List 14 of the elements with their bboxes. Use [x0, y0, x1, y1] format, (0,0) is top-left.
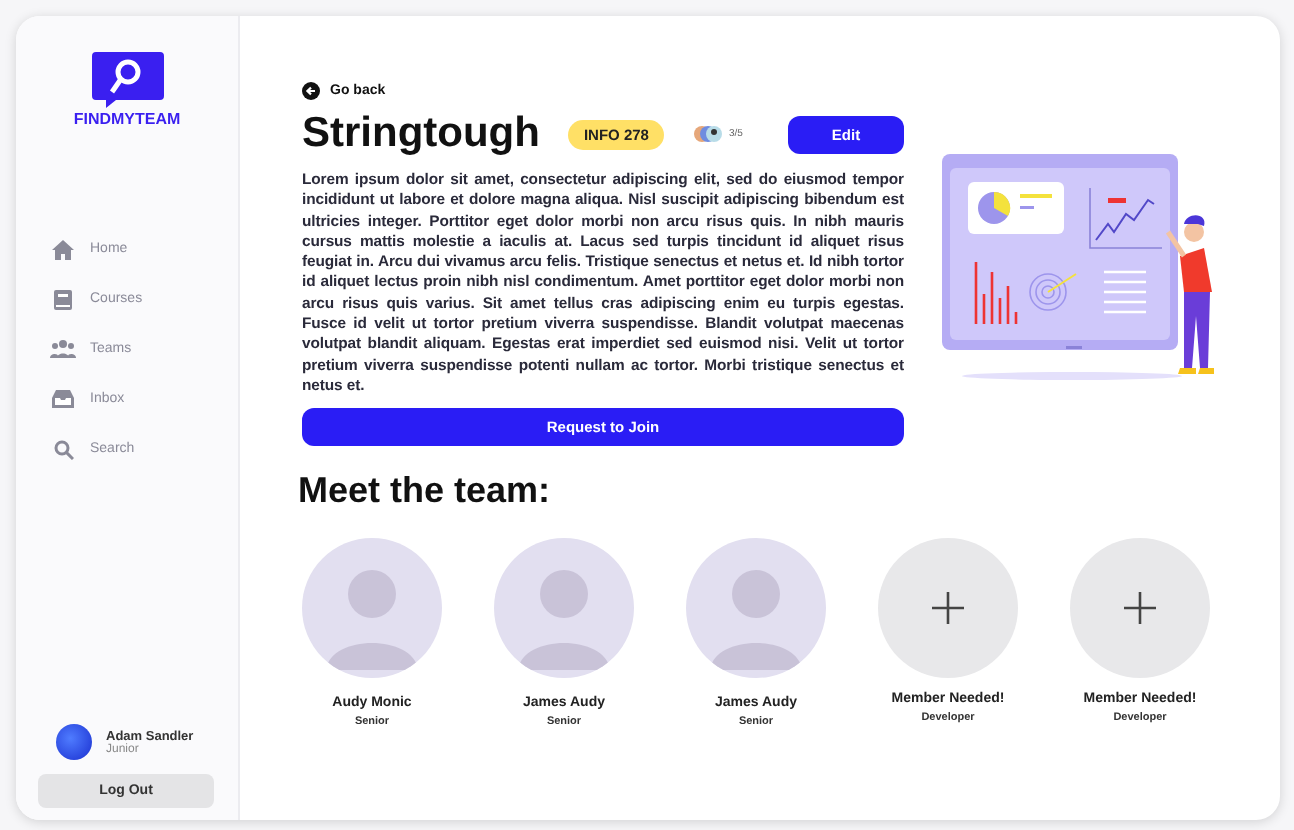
back-arrow-icon: [302, 81, 320, 99]
plus-icon: [1124, 592, 1156, 625]
search-icon: [53, 439, 73, 459]
home-icon: [52, 239, 74, 259]
people-icon: [50, 340, 76, 358]
section-title: Meet the team:: [298, 470, 553, 513]
plus-icon: [932, 592, 964, 625]
logo-icon: [91, 52, 163, 108]
team-title: Stringtough: [302, 110, 540, 158]
avatar-icon: [56, 724, 92, 760]
brand-name: FINDMYTEAM: [73, 110, 181, 128]
book-icon: [54, 289, 72, 309]
member-avatars-icon: [694, 124, 723, 144]
inbox-icon: [52, 390, 74, 408]
